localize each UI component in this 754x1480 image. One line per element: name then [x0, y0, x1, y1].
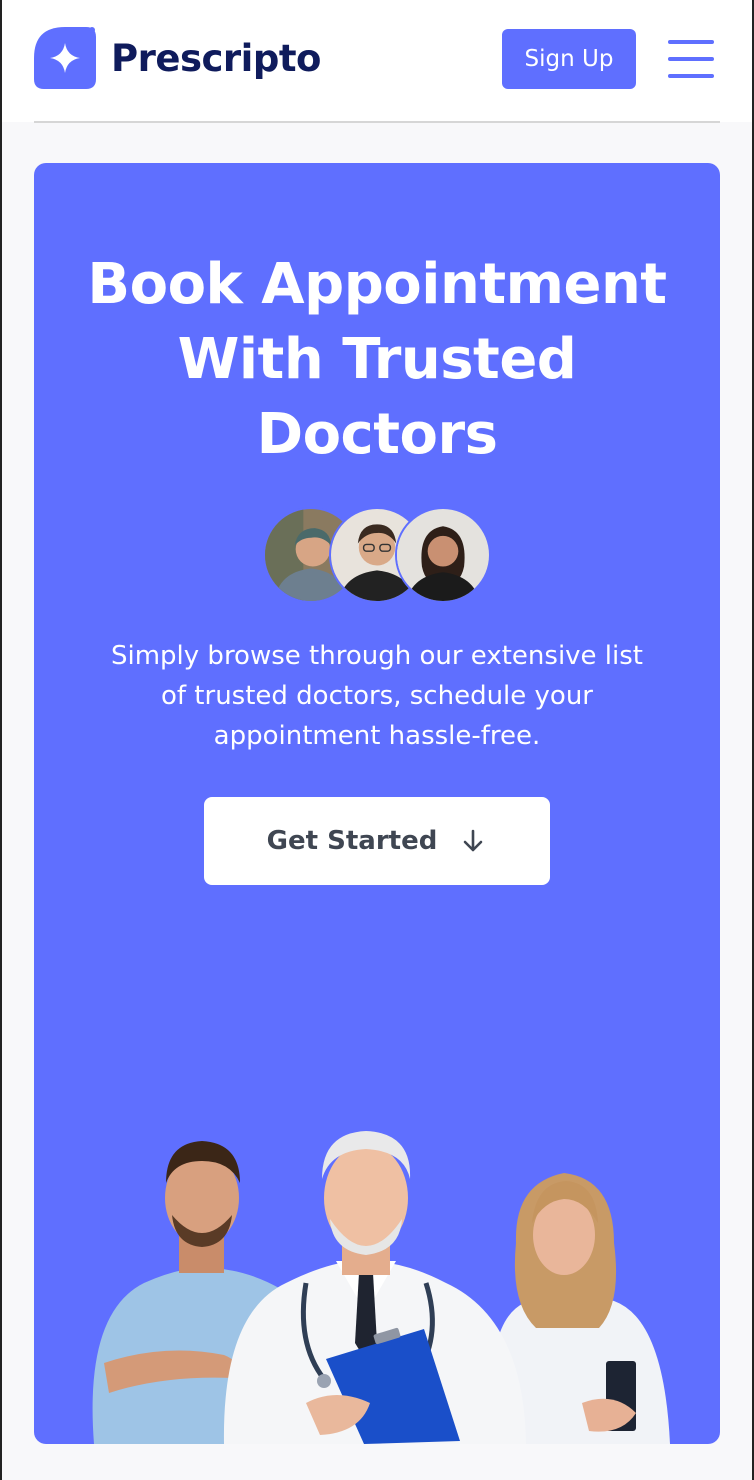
hero-banner: Book Appointment With Trusted Doctors Si…	[34, 163, 720, 1444]
hero-subtitle-line: Simply browse through our extensive list	[111, 641, 643, 671]
hero-subtitle: Simply browse through our extensive list…	[74, 636, 680, 756]
brand-logo[interactable]: Prescripto	[34, 26, 334, 90]
hero-title-line: With Trusted	[177, 327, 577, 392]
group-of-doctors-image	[92, 1131, 670, 1444]
header-divider	[34, 121, 720, 123]
doctor-avatar-3	[395, 507, 491, 603]
hero-title-line: Book Appointment	[87, 252, 667, 317]
hero-title-line: Doctors	[256, 402, 498, 467]
hero-subtitle-line: appointment hassle-free.	[213, 721, 541, 751]
sign-up-button[interactable]: Sign Up	[502, 29, 636, 89]
brand-name: Prescripto	[111, 36, 321, 80]
doctor-avatars-group	[263, 507, 493, 605]
hero-title: Book Appointment With Trusted Doctors	[34, 247, 720, 472]
get-started-button[interactable]: Get Started	[204, 797, 550, 885]
prescripto-logo-icon	[34, 27, 96, 89]
hamburger-menu-icon[interactable]	[668, 40, 714, 78]
top-navbar: Prescripto Sign Up	[0, 0, 754, 123]
arrow-down-icon	[464, 829, 483, 852]
get-started-label: Get Started	[266, 826, 438, 856]
hero-subtitle-line: of trusted doctors, schedule your	[160, 681, 593, 711]
